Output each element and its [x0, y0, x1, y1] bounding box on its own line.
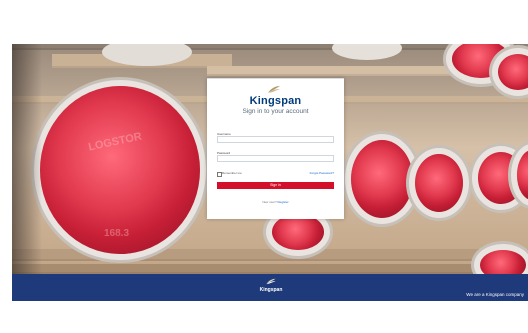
kingspan-leaf-logo-icon: [268, 86, 280, 93]
red-pipe-cap: [415, 154, 463, 212]
red-pipe-cap: [480, 250, 526, 274]
login-card: Kingspan Sign in to your account Usernam…: [207, 78, 344, 219]
register-link[interactable]: Register: [278, 200, 289, 204]
password-input[interactable]: [217, 155, 334, 162]
brand-name: Kingspan: [249, 95, 302, 107]
remember-me-label: Remember me: [222, 171, 242, 175]
footer-tagline: We are a Kingspan company: [466, 292, 524, 297]
login-page: LOGSTOR 168.3 Kingspan Sign in to your a…: [0, 0, 528, 333]
page-title: Sign in to your account: [242, 108, 309, 115]
new-user-row: New user? Register: [207, 200, 344, 204]
sign-in-button[interactable]: Sign in: [217, 182, 334, 189]
footer-bar: Kingspan We are a Kingspan company: [12, 274, 528, 301]
new-user-text: New user?: [262, 200, 277, 204]
red-pipe-cap: [351, 140, 413, 218]
forgot-password-link[interactable]: Forgot Password?: [310, 171, 334, 175]
red-pipe-cap: LOGSTOR 168.3: [40, 86, 200, 254]
kingspan-leaf-logo-icon: [266, 278, 276, 285]
red-pipe-cap: [272, 214, 324, 250]
username-input[interactable]: [217, 136, 334, 143]
brand-logo: Kingspan: [207, 85, 344, 107]
footer-logo: Kingspan: [256, 277, 286, 297]
footer-brand-name: Kingspan: [259, 287, 283, 293]
